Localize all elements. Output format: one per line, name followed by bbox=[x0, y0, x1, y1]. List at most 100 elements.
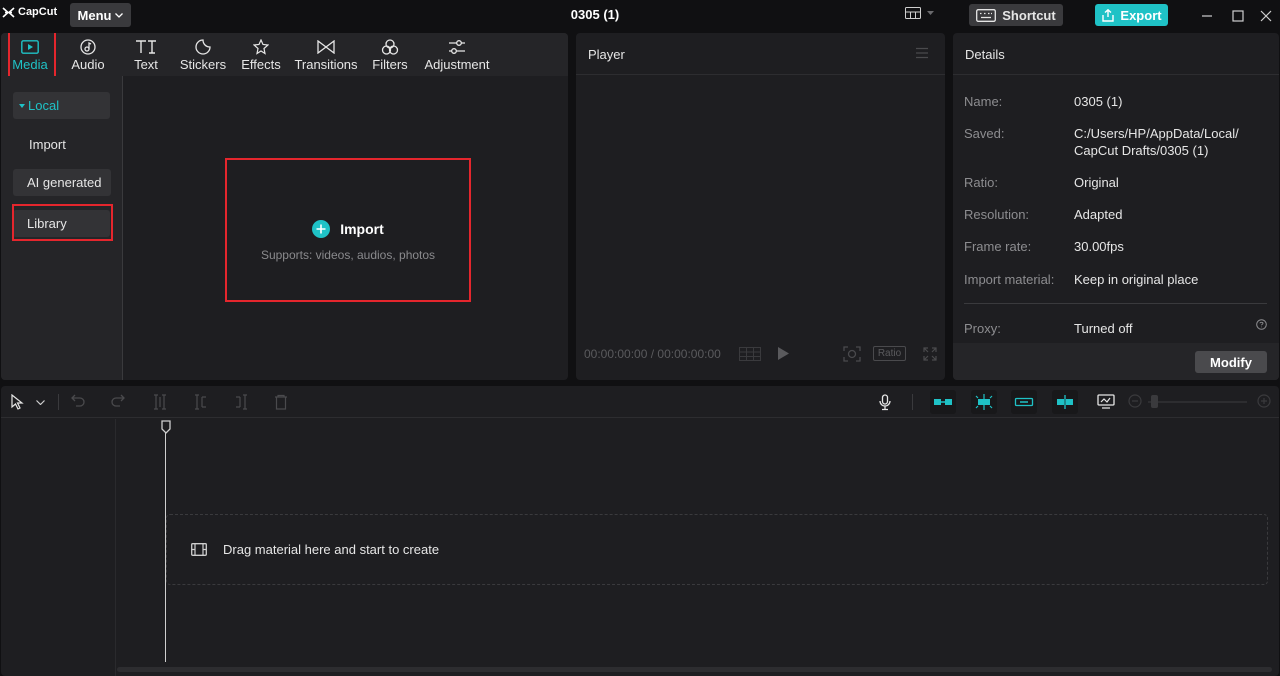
sidebar-item-label: AI generated bbox=[27, 175, 102, 190]
details-panel: Details Name: 0305 (1) Saved: C:/Users/H… bbox=[953, 33, 1279, 380]
detail-label-proxy: Proxy: bbox=[964, 321, 1001, 336]
tab-label: Adjustment bbox=[424, 57, 490, 72]
sidebar-item-local[interactable]: Local bbox=[13, 92, 110, 119]
close-button[interactable] bbox=[1258, 8, 1274, 24]
minimize-button[interactable] bbox=[1199, 8, 1215, 24]
main-track-magnet-button[interactable] bbox=[930, 390, 956, 414]
auto-snap-button[interactable] bbox=[971, 390, 997, 414]
tab-transitions[interactable]: Transitions bbox=[293, 37, 359, 75]
split-icon[interactable] bbox=[153, 394, 167, 410]
tab-filters[interactable]: Filters bbox=[371, 37, 409, 75]
zoom-in-icon[interactable] bbox=[1257, 394, 1271, 408]
detail-label-import-material: Import material: bbox=[964, 272, 1055, 287]
delete-icon[interactable] bbox=[274, 394, 288, 410]
shortcut-button[interactable]: Shortcut bbox=[969, 4, 1063, 26]
export-button[interactable]: Export bbox=[1095, 4, 1168, 26]
tab-effects[interactable]: Effects bbox=[239, 37, 283, 75]
fullscreen-icon[interactable] bbox=[923, 347, 937, 361]
effects-icon bbox=[253, 39, 269, 55]
zoom-slider-track[interactable] bbox=[1148, 401, 1247, 403]
dropzone-text: Drag material here and start to create bbox=[223, 542, 440, 557]
total-time: 00:00:00:00 bbox=[657, 347, 721, 361]
plus-circle-icon bbox=[312, 220, 331, 238]
stickers-icon bbox=[195, 39, 211, 55]
tab-label: Text bbox=[134, 57, 158, 72]
horizontal-scrollbar[interactable] bbox=[117, 667, 1272, 672]
preview-axis-icon bbox=[1057, 395, 1073, 409]
maximize-button[interactable] bbox=[1230, 8, 1246, 24]
close-icon bbox=[1260, 10, 1272, 22]
split-left-icon[interactable] bbox=[194, 394, 208, 410]
tab-label: Effects bbox=[241, 57, 281, 72]
tab-text[interactable]: Text bbox=[129, 37, 163, 75]
player-title: Player bbox=[588, 47, 625, 62]
detail-label-saved: Saved: bbox=[964, 126, 1005, 141]
help-icon[interactable] bbox=[1256, 319, 1267, 330]
details-header: Details bbox=[953, 33, 1279, 75]
sidebar-item-label: Import bbox=[29, 137, 66, 152]
current-time: 00:00:00:00 bbox=[584, 347, 648, 361]
detail-label-ratio: Ratio: bbox=[964, 175, 998, 190]
title-bar: CapCut Menu 0305 (1) Shortcut Export bbox=[0, 0, 1280, 32]
tab-label: Filters bbox=[372, 57, 408, 72]
snap-icon bbox=[975, 394, 993, 410]
preview-axis-button[interactable] bbox=[1052, 390, 1078, 414]
modify-button[interactable]: Modify bbox=[1195, 351, 1267, 373]
tab-label: Transitions bbox=[294, 57, 358, 72]
media-panel: Media Audio Text Stickers Effects Transi… bbox=[1, 33, 568, 380]
timeline-toolbar bbox=[1, 386, 1279, 418]
fit-screen-icon[interactable] bbox=[843, 346, 861, 362]
filters-icon bbox=[381, 39, 399, 55]
player-timecode: 00:00:00:00 / 00:00:00:00 bbox=[584, 347, 721, 361]
tab-stickers[interactable]: Stickers bbox=[179, 37, 227, 75]
keyboard-icon bbox=[976, 8, 997, 22]
linkage-button[interactable] bbox=[1011, 390, 1037, 414]
detail-value-saved: C:/Users/HP/AppData/Local/ bbox=[1074, 126, 1239, 141]
tab-label: Stickers bbox=[179, 57, 227, 72]
sidebar-item-import[interactable]: Import bbox=[13, 131, 110, 158]
cover-icon[interactable] bbox=[1097, 394, 1115, 409]
film-icon bbox=[191, 543, 207, 556]
detail-value-saved-line2: CapCut Drafts/0305 (1) bbox=[1074, 143, 1209, 158]
redo-icon[interactable] bbox=[111, 394, 125, 408]
sidebar-item-ai-generated[interactable]: AI generated bbox=[13, 169, 111, 196]
split-right-icon[interactable] bbox=[234, 394, 248, 410]
divider bbox=[58, 394, 59, 410]
zoom-slider-handle[interactable] bbox=[1151, 395, 1158, 408]
layout-icon bbox=[905, 7, 921, 19]
tool-tabs: Media Audio Text Stickers Effects Transi… bbox=[1, 33, 568, 76]
shortcut-label: Shortcut bbox=[1002, 7, 1056, 23]
layout-button[interactable] bbox=[905, 7, 934, 19]
text-icon bbox=[136, 40, 156, 54]
play-icon[interactable] bbox=[778, 347, 789, 360]
detail-value-frame-rate: 30.00fps bbox=[1074, 239, 1124, 254]
export-icon bbox=[1102, 8, 1115, 22]
caret-down-icon bbox=[19, 103, 25, 108]
details-title: Details bbox=[965, 47, 1005, 62]
tab-adjustment[interactable]: Adjustment bbox=[421, 37, 493, 75]
hamburger-menu-icon[interactable] bbox=[915, 47, 929, 59]
magnet-link-icon bbox=[934, 399, 952, 405]
transitions-icon bbox=[317, 40, 335, 54]
import-subtitle: Supports: videos, audios, photos bbox=[260, 248, 436, 262]
tab-label: Audio bbox=[71, 57, 105, 72]
detail-label-name: Name: bbox=[964, 94, 1003, 109]
timeline-dropzone[interactable]: Drag material here and start to create bbox=[166, 514, 1268, 585]
playhead-icon[interactable] bbox=[160, 420, 172, 434]
microphone-icon[interactable] bbox=[878, 394, 892, 411]
select-cursor-icon[interactable] bbox=[11, 394, 25, 410]
export-label: Export bbox=[1120, 7, 1162, 23]
chevron-down-icon[interactable] bbox=[36, 400, 45, 405]
grid-icon[interactable] bbox=[739, 347, 761, 361]
detail-value-resolution: Adapted bbox=[1074, 207, 1123, 222]
sidebar-item-label: Local bbox=[28, 98, 60, 113]
tab-audio[interactable]: Audio bbox=[69, 37, 107, 75]
undo-icon[interactable] bbox=[71, 394, 85, 408]
ratio-button[interactable]: Ratio bbox=[873, 346, 906, 361]
timeline-panel: Drag material here and start to create bbox=[1, 386, 1279, 676]
detail-label-resolution: Resolution: bbox=[964, 207, 1030, 222]
detail-value-ratio: Original bbox=[1074, 175, 1119, 190]
import-dropzone[interactable]: Import Supports: videos, audios, photos bbox=[225, 158, 471, 302]
track-header-divider bbox=[115, 419, 116, 676]
zoom-out-icon[interactable] bbox=[1128, 394, 1142, 408]
